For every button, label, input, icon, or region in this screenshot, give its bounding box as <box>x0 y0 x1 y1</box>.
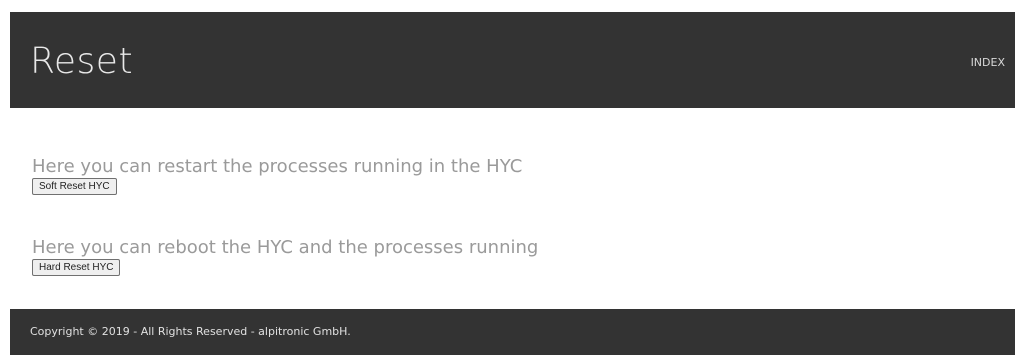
soft-reset-section: Here you can restart the processes runni… <box>32 156 522 195</box>
main-content: Here you can restart the processes runni… <box>10 108 1015 309</box>
hard-reset-button[interactable]: Hard Reset HYC <box>32 259 121 276</box>
page-frame: Reset INDEX Here you can restart the pro… <box>10 12 1015 355</box>
page-title: Reset <box>30 41 134 82</box>
page-header: Reset INDEX <box>10 12 1015 108</box>
soft-reset-description: Here you can restart the processes runni… <box>32 156 523 177</box>
hard-reset-description: Here you can reboot the HYC and the proc… <box>32 237 539 258</box>
page-footer: Copyright © 2019 - All Rights Reserved -… <box>10 309 1015 355</box>
index-link[interactable]: INDEX <box>971 56 1005 70</box>
soft-reset-button[interactable]: Soft Reset HYC <box>32 178 117 195</box>
hard-reset-section: Here you can reboot the HYC and the proc… <box>32 237 538 276</box>
copyright-text: Copyright © 2019 - All Rights Reserved -… <box>30 325 351 338</box>
